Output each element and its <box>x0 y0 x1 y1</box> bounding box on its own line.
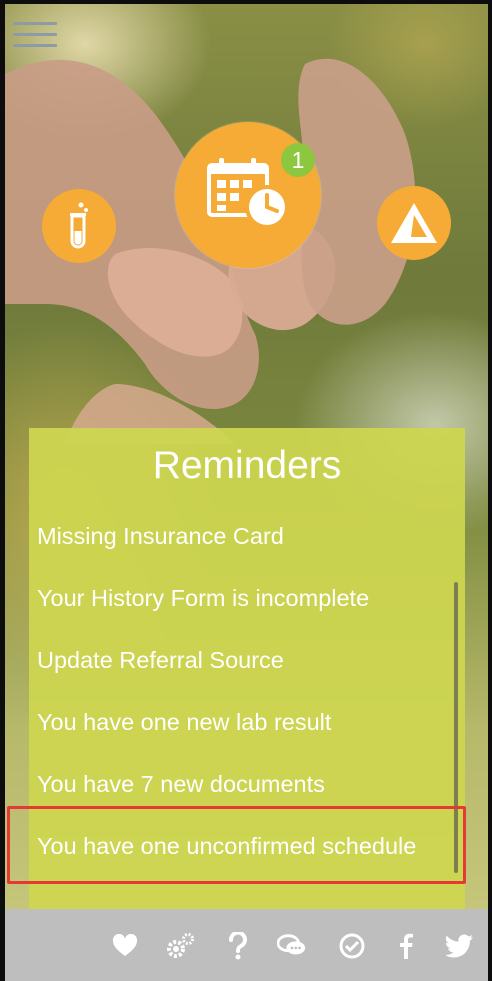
twitter-icon[interactable] <box>445 931 475 961</box>
reminder-item-insurance[interactable]: Missing Insurance Card <box>37 523 284 550</box>
reminders-title: Reminders <box>152 444 342 487</box>
reminder-item-lab-result[interactable]: You have one new lab result <box>37 709 331 736</box>
chat-icon[interactable] <box>277 931 307 961</box>
app-screen: 1 Reminders Missing Insurance Card Your … <box>5 4 488 981</box>
facebook-icon[interactable] <box>391 931 421 961</box>
question-icon[interactable] <box>223 931 253 961</box>
triangle-logo-icon <box>391 203 437 243</box>
schedule-badge: 1 <box>281 143 315 177</box>
test-tube-icon <box>70 202 88 249</box>
footer-bar <box>5 909 488 981</box>
heart-icon[interactable] <box>110 931 140 961</box>
check-circle-icon[interactable] <box>337 931 367 961</box>
brand-logo-button[interactable] <box>377 186 451 260</box>
lab-results-button[interactable] <box>42 189 116 263</box>
reminder-item-history-form[interactable]: Your History Form is incomplete <box>37 585 369 612</box>
reminder-item-documents[interactable]: You have 7 new documents <box>37 771 325 798</box>
hamburger-menu-icon[interactable] <box>13 20 59 50</box>
reminder-item-referral[interactable]: Update Referral Source <box>37 647 284 674</box>
gears-icon[interactable] <box>165 931 195 961</box>
selected-reminder-highlight <box>7 806 466 884</box>
calendar-clock-icon <box>207 158 289 229</box>
